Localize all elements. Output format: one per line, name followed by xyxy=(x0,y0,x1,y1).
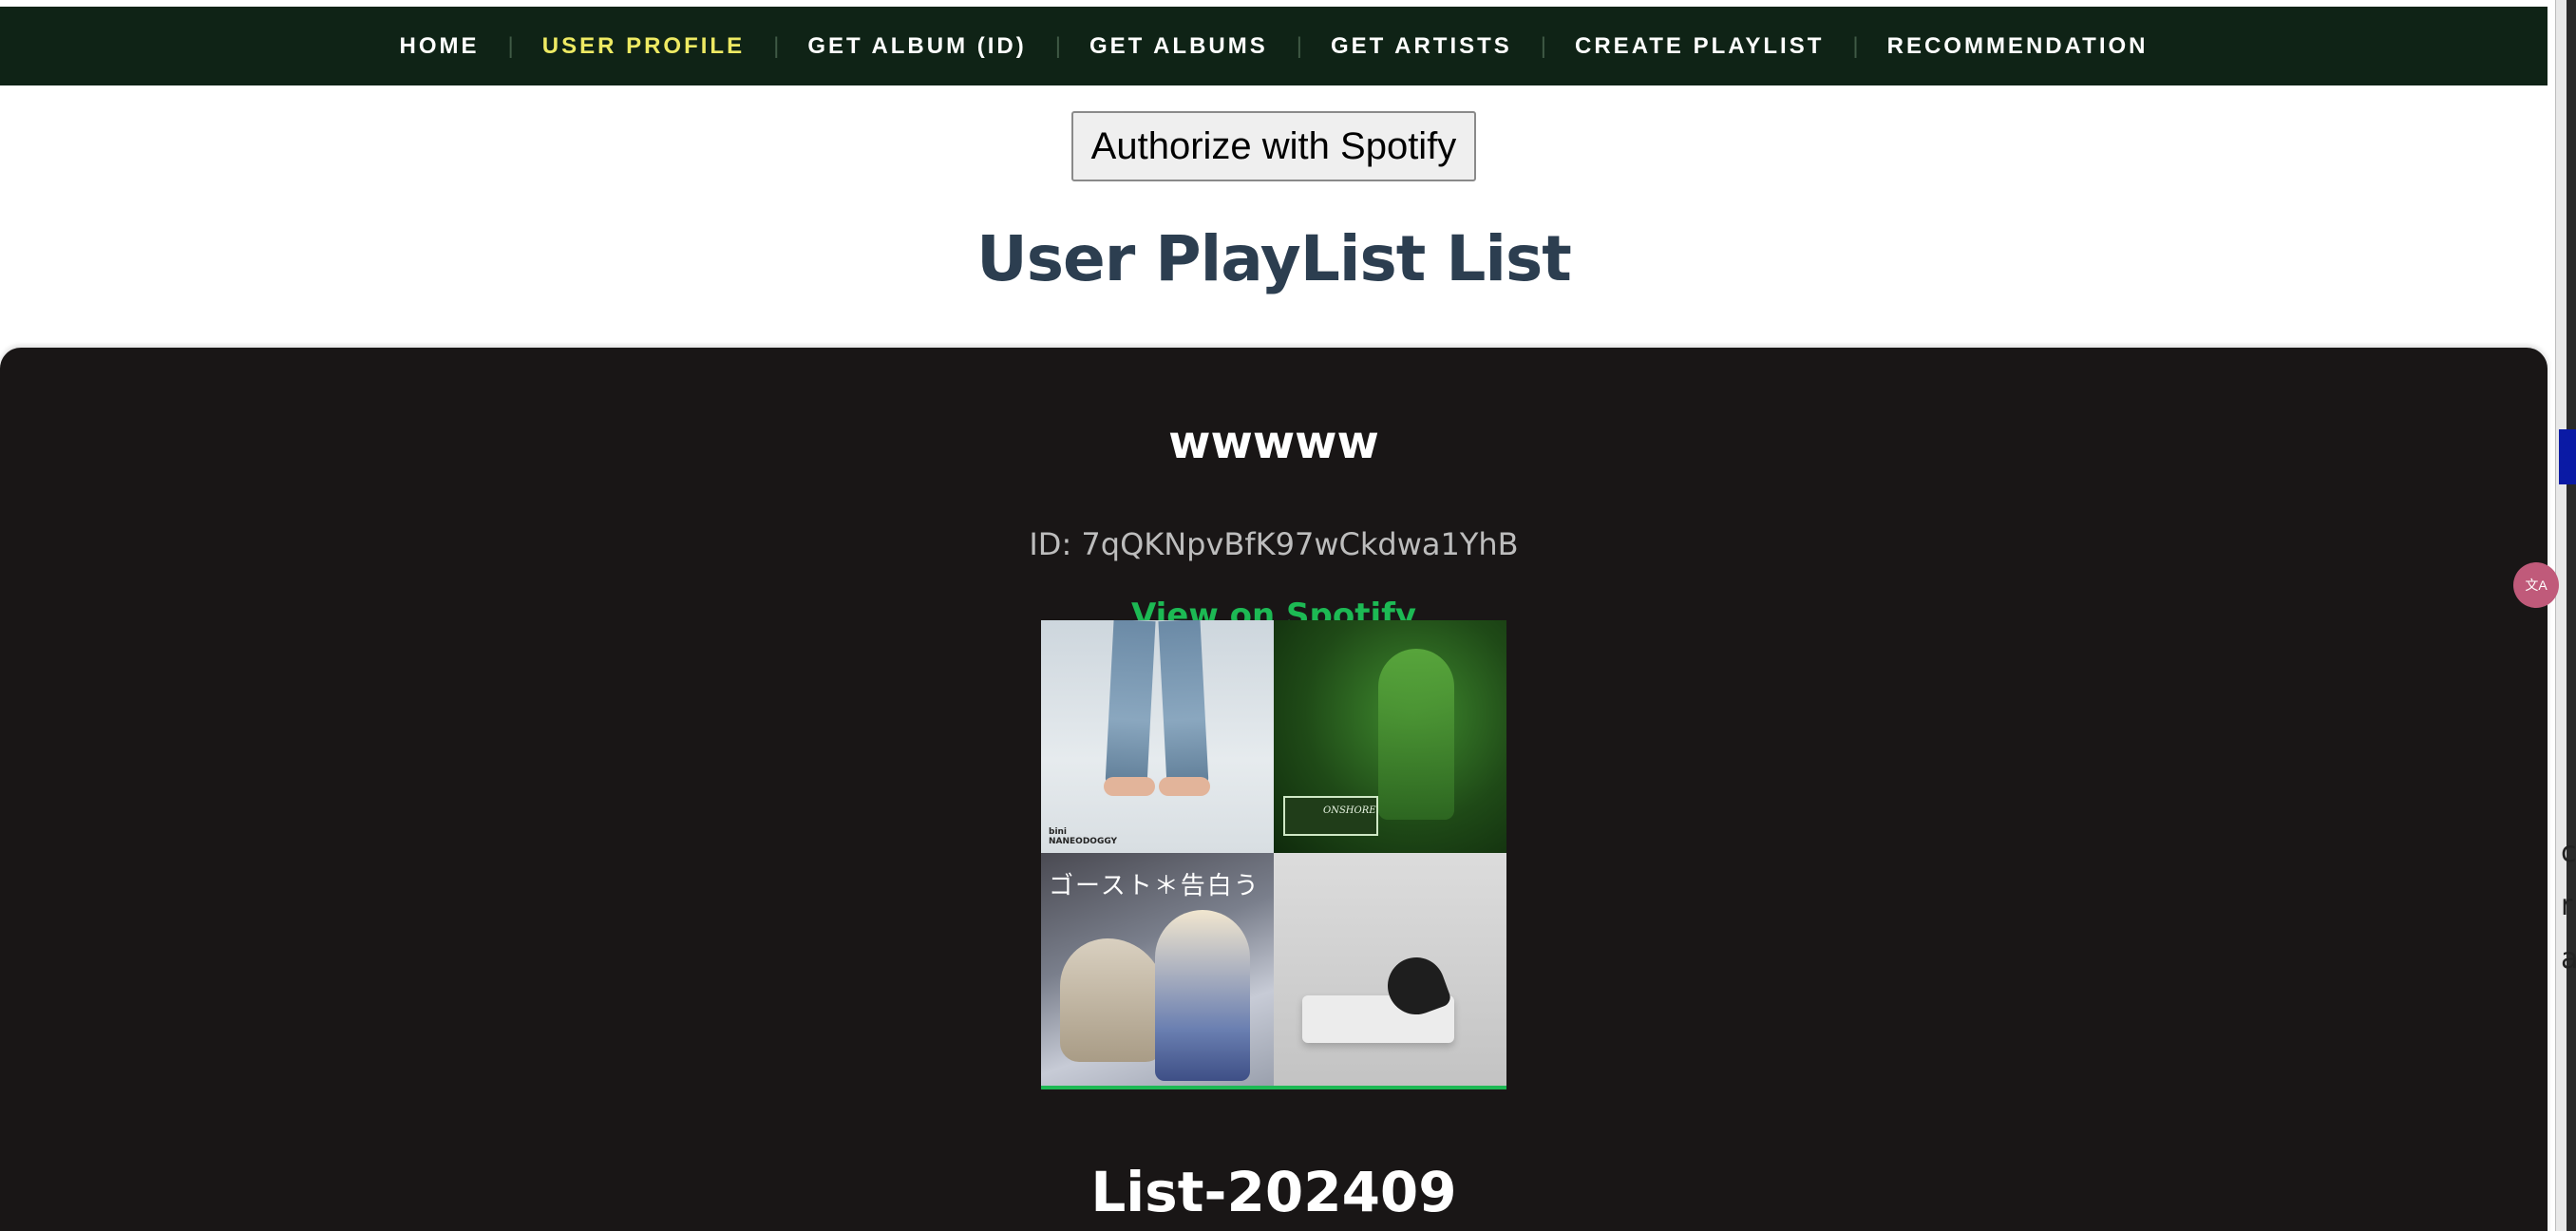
side-panel-text: r xyxy=(2561,889,2573,922)
cover-art-shape xyxy=(1104,777,1155,796)
nav-get-album-id[interactable]: GET ALBUM (ID) xyxy=(807,33,1026,60)
cover-art-shape xyxy=(1159,777,1210,796)
nav-separator: | xyxy=(1296,32,1302,59)
cover-art-shape xyxy=(1105,620,1156,788)
cover-art-shape xyxy=(1158,620,1209,788)
nav-recommendation[interactable]: RECOMMENDATION xyxy=(1887,33,2149,60)
album-cover-2: ONSHORE xyxy=(1274,620,1506,853)
nav-separator: | xyxy=(507,32,514,59)
cover-logo: ONSHORE xyxy=(1283,796,1378,836)
playlist-name: wwwww xyxy=(1168,416,1379,469)
nav-create-playlist[interactable]: CREATE PLAYLIST xyxy=(1575,33,1824,60)
nav-separator: | xyxy=(1054,32,1061,59)
cover-title-jp: ゴースト＊告白う xyxy=(1049,872,1260,900)
nav-home[interactable]: HOME xyxy=(400,33,480,60)
playlist-cover-mosaic[interactable]: bini NANEODOGGY ONSHORE ゴースト＊告白う xyxy=(1041,620,1506,1089)
album-cover-1: bini NANEODOGGY xyxy=(1041,620,1274,853)
nav-separator: | xyxy=(1852,32,1859,59)
cover-art-shape xyxy=(1060,938,1165,1062)
cover-caption: bini NANEODOGGY xyxy=(1049,827,1118,846)
side-panel-text: c xyxy=(2561,836,2576,869)
album-cover-4 xyxy=(1274,853,1506,1086)
side-panel-highlight xyxy=(2559,429,2576,484)
translate-badge-icon[interactable]: 文A xyxy=(2513,562,2559,608)
nav-separator: | xyxy=(773,32,780,59)
page-title: User PlayList List xyxy=(976,222,1572,295)
cover-art-shape xyxy=(1378,649,1454,820)
authorize-spotify-button[interactable]: Authorize with Spotify xyxy=(1071,111,1476,181)
nav-get-artists[interactable]: GET ARTISTS xyxy=(1331,33,1512,60)
playlist-name: List-202409 xyxy=(1090,1160,1457,1224)
playlist-id: ID: 7qQKNpvBfK97wCkdwa1YhB xyxy=(1029,526,1519,562)
album-cover-3: ゴースト＊告白う xyxy=(1041,853,1274,1086)
nav-get-albums[interactable]: GET ALBUMS xyxy=(1089,33,1268,60)
nav-user-profile[interactable]: USER PROFILE xyxy=(542,33,745,60)
nav-separator: | xyxy=(1540,32,1547,59)
side-panel-text: a xyxy=(2561,942,2576,975)
playlist-panel: wwwww ID: 7qQKNpvBfK97wCkdwa1YhB View on… xyxy=(0,348,2548,1231)
page: HOME | USER PROFILE | GET ALBUM (ID) | G… xyxy=(0,0,2576,1231)
cover-art-shape xyxy=(1155,910,1250,1081)
nav-list: HOME | USER PROFILE | GET ALBUM (ID) | G… xyxy=(400,33,2149,60)
top-navbar: HOME | USER PROFILE | GET ALBUM (ID) | G… xyxy=(0,7,2548,85)
side-panel-scrollbar[interactable] xyxy=(2567,0,2576,1231)
